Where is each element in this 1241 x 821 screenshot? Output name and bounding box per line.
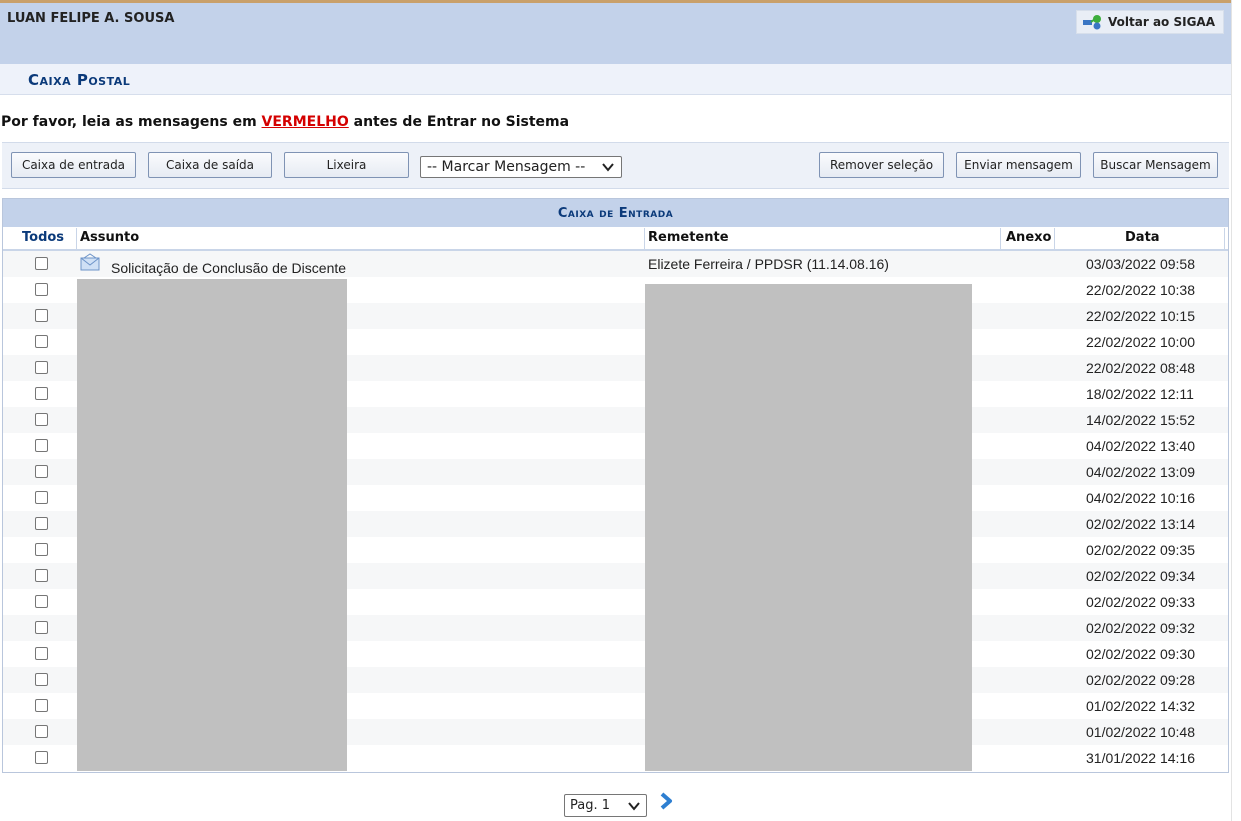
row-checkbox[interactable] — [35, 335, 48, 348]
row-checkbox[interactable] — [35, 517, 48, 530]
table-header: Todos Assunto Remetente Anexo Data — [3, 228, 1228, 251]
mark-message-select[interactable]: -- Marcar Mensagem -- — [420, 156, 622, 178]
page-select-value: Pag. 1 — [570, 798, 611, 813]
column-sender: Remetente — [648, 230, 729, 245]
message-date: 01/02/2022 14:32 — [1086, 698, 1195, 714]
row-checkbox[interactable] — [35, 361, 48, 374]
row-checkbox[interactable] — [35, 699, 48, 712]
user-name: LUAN FELIPE A. SOUSA — [7, 11, 175, 26]
message-date: 02/02/2022 09:28 — [1086, 672, 1195, 688]
message-date: 02/02/2022 09:33 — [1086, 594, 1195, 610]
notice-text-before: Por favor, leia as mensagens em — [1, 114, 262, 130]
message-date: 31/01/2022 14:16 — [1086, 750, 1195, 766]
search-message-button[interactable]: Buscar Mensagem — [1093, 152, 1218, 178]
chevron-down-icon — [628, 802, 640, 811]
row-checkbox[interactable] — [35, 491, 48, 504]
message-date: 22/02/2022 08:48 — [1086, 360, 1195, 376]
notice-highlight: VERMELHO — [261, 114, 349, 130]
message-date: 22/02/2022 10:15 — [1086, 308, 1195, 324]
row-checkbox[interactable] — [35, 257, 48, 270]
table-row[interactable]: Solicitação de Conclusão de Discente Eliz… — [3, 251, 1228, 277]
column-divider — [1224, 228, 1225, 249]
remove-selection-button[interactable]: Remover seleção — [819, 152, 944, 178]
sigaa-back-icon — [1083, 15, 1102, 30]
message-date: 02/02/2022 09:35 — [1086, 542, 1195, 558]
row-checkbox[interactable] — [35, 283, 48, 296]
mailbox-toolbar: Caixa de entrada Caixa de saída Lixeira … — [2, 142, 1229, 189]
message-date: 02/02/2022 09:32 — [1086, 620, 1195, 636]
row-checkbox[interactable] — [35, 543, 48, 556]
back-to-sigaa-button[interactable]: Voltar ao SIGAA — [1076, 10, 1224, 34]
message-date: 22/02/2022 10:38 — [1086, 282, 1195, 298]
message-date: 14/02/2022 15:52 — [1086, 412, 1195, 428]
row-checkbox[interactable] — [35, 673, 48, 686]
message-date: 04/02/2022 13:40 — [1086, 438, 1195, 454]
trash-button[interactable]: Lixeira — [284, 152, 409, 178]
message-date: 02/02/2022 09:34 — [1086, 568, 1195, 584]
send-message-button[interactable]: Enviar mensagem — [956, 152, 1081, 178]
column-divider — [644, 228, 645, 249]
next-page-arrow-icon[interactable] — [658, 791, 676, 811]
message-date: 04/02/2022 13:09 — [1086, 464, 1195, 480]
message-sender: Elizete Ferreira / PPDSR (11.14.08.16) — [648, 256, 889, 272]
message-date: 02/02/2022 13:14 — [1086, 516, 1195, 532]
page-edge — [1231, 0, 1241, 821]
message-date: 01/02/2022 10:48 — [1086, 724, 1195, 740]
message-date: 02/02/2022 09:30 — [1086, 646, 1195, 662]
column-divider — [1000, 228, 1001, 249]
page-title: Caixa Postal — [28, 71, 131, 89]
envelope-icon — [80, 253, 100, 271]
back-to-sigaa-label: Voltar ao SIGAA — [1108, 15, 1215, 29]
message-date: 03/03/2022 09:58 — [1086, 256, 1195, 272]
title-bar: Caixa Postal — [0, 64, 1231, 95]
row-checkbox[interactable] — [35, 751, 48, 764]
page-header: LUAN FELIPE A. SOUSA Voltar ao SIGAA — [0, 3, 1231, 64]
message-date: 22/02/2022 10:00 — [1086, 334, 1195, 350]
notice-text-after: antes de Entrar no Sistema — [348, 114, 570, 130]
notice-message: Por favor, leia as mensagens em VERMELHO… — [1, 114, 569, 130]
inbox-table: Caixa de Entrada Todos Assunto Remetente… — [2, 198, 1229, 773]
row-checkbox[interactable] — [35, 439, 48, 452]
outbox-button[interactable]: Caixa de saída — [148, 152, 272, 178]
row-checkbox[interactable] — [35, 413, 48, 426]
column-subject: Assunto — [80, 230, 140, 245]
select-all-link[interactable]: Todos — [22, 230, 64, 245]
row-checkbox[interactable] — [35, 647, 48, 660]
mark-message-select-value: -- Marcar Mensagem -- — [427, 159, 586, 175]
page-select[interactable]: Pag. 1 — [564, 794, 647, 817]
message-date: 18/02/2022 12:11 — [1086, 386, 1194, 402]
row-checkbox[interactable] — [35, 569, 48, 582]
row-checkbox[interactable] — [35, 725, 48, 738]
column-divider — [76, 228, 77, 249]
row-checkbox[interactable] — [35, 465, 48, 478]
inbox-button[interactable]: Caixa de entrada — [11, 152, 136, 178]
message-subject[interactable]: Solicitação de Conclusão de Discente — [111, 260, 346, 276]
inbox-caption: Caixa de Entrada — [3, 199, 1228, 227]
row-checkbox[interactable] — [35, 595, 48, 608]
redacted-senders — [645, 284, 972, 771]
row-checkbox[interactable] — [35, 309, 48, 322]
row-checkbox[interactable] — [35, 387, 48, 400]
redacted-subjects — [77, 279, 347, 771]
column-date: Data — [1125, 230, 1160, 245]
row-checkbox[interactable] — [35, 621, 48, 634]
chevron-down-icon — [602, 163, 614, 172]
message-date: 04/02/2022 10:16 — [1086, 490, 1195, 506]
column-divider — [1054, 228, 1055, 249]
column-attachment: Anexo — [1006, 230, 1052, 245]
